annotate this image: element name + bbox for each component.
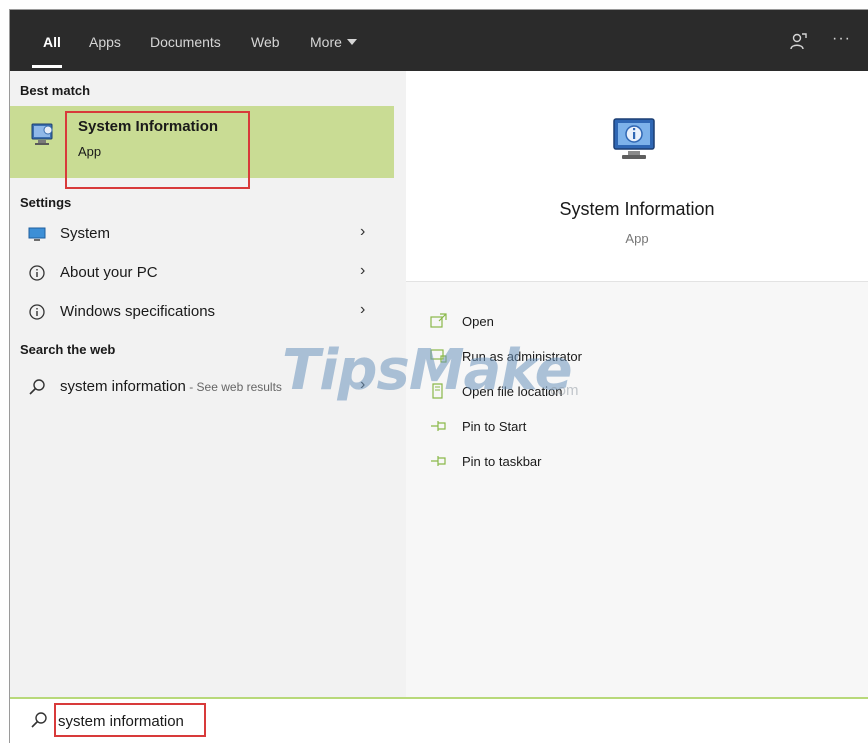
pin-icon	[431, 456, 446, 466]
pin-icon	[431, 421, 446, 431]
active-tab-indicator	[32, 65, 62, 68]
web-search-query: system information	[60, 378, 186, 395]
action-open-file-location[interactable]: Open file location	[430, 381, 730, 405]
preview-title: System Information	[559, 199, 715, 219]
search-bar	[10, 697, 868, 743]
settings-item-label: Windows specifications	[60, 303, 216, 320]
chevron-down-icon	[346, 39, 357, 45]
search-the-web-heading: Search the web	[20, 342, 116, 357]
tab-more[interactable]: More	[310, 34, 357, 50]
chevron-right-icon: ›	[360, 223, 366, 240]
preview-panel: System Information App Open Run as admin…	[406, 71, 868, 697]
chevron-right-icon: ›	[360, 301, 366, 318]
search-icon	[29, 379, 45, 395]
tab-all[interactable]: All	[43, 34, 61, 50]
preview-type: App	[625, 231, 649, 246]
web-search-result[interactable]: system information - See web results ›	[10, 369, 394, 405]
monitor-icon	[28, 227, 46, 241]
action-run-as-administrator[interactable]: Run as administrator	[430, 346, 730, 370]
settings-item-system[interactable]: System ›	[10, 216, 394, 252]
system-information-icon	[31, 123, 53, 145]
web-search-suffix: - See web results	[185, 380, 282, 394]
action-label: Pin to Start	[462, 419, 527, 434]
open-icon	[430, 313, 447, 328]
settings-item-about-your-pc[interactable]: About your PC ›	[10, 255, 394, 291]
settings-item-label: About your PC	[60, 264, 158, 281]
tab-more-label: More	[310, 34, 342, 50]
action-label: Pin to taskbar	[462, 454, 542, 469]
folder-icon	[432, 383, 443, 399]
system-information-icon	[613, 118, 655, 159]
chevron-right-icon: ›	[360, 376, 366, 393]
app-preview: System Information App	[406, 71, 868, 282]
action-label: Open	[462, 314, 494, 329]
chevron-right-icon: ›	[360, 262, 366, 279]
search-window: All Apps Documents Web More ··· Best mat…	[9, 9, 868, 743]
more-options-icon[interactable]: ···	[832, 30, 851, 48]
action-label: Run as administrator	[462, 349, 582, 364]
action-label: Open file location	[462, 384, 563, 399]
highlight-annotation	[54, 703, 206, 737]
tab-web[interactable]: Web	[251, 34, 280, 50]
search-icon	[31, 712, 47, 728]
settings-heading: Settings	[20, 195, 72, 210]
filter-tab-bar: All Apps Documents Web More ···	[10, 10, 868, 71]
action-pin-to-taskbar[interactable]: Pin to taskbar	[430, 451, 730, 475]
feedback-icon[interactable]	[788, 32, 808, 52]
action-open[interactable]: Open	[430, 311, 730, 335]
web-search-label: system information - See web results	[60, 378, 282, 395]
tab-documents[interactable]: Documents	[150, 34, 221, 50]
info-icon	[29, 265, 45, 281]
highlight-annotation	[65, 111, 250, 189]
settings-item-windows-specifications[interactable]: Windows specifications ›	[10, 294, 394, 330]
action-pin-to-start[interactable]: Pin to Start	[430, 416, 730, 440]
settings-item-label: System	[60, 225, 111, 242]
tab-apps[interactable]: Apps	[89, 34, 121, 50]
info-icon	[29, 304, 45, 320]
best-match-heading: Best match	[20, 83, 91, 98]
results-panel: Best match System Information App Settin…	[10, 71, 406, 697]
run-as-admin-icon	[430, 349, 447, 363]
